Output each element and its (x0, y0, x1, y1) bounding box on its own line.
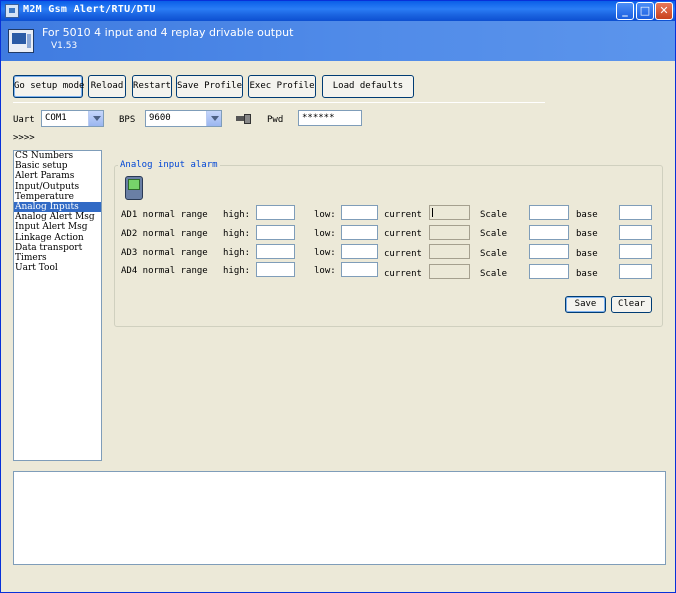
password-input[interactable]: ****** (298, 110, 362, 126)
reload-button[interactable]: Reload (88, 75, 126, 98)
device-icon (8, 29, 34, 53)
ad1-range-label: AD1 normal range (121, 210, 208, 220)
title-bar[interactable]: M2M Gsm Alert/RTU/DTU _ □ ✕ (1, 1, 675, 21)
pda-icon (123, 176, 145, 202)
ad1-low-label: low: (314, 210, 336, 220)
exec-profile-button[interactable]: Exec Profile (248, 75, 316, 98)
ad1-high-input[interactable] (256, 205, 295, 220)
ad2-low-input[interactable] (341, 225, 378, 240)
ad3-base-input[interactable] (619, 244, 652, 259)
nav-item-data-transport[interactable]: Data transport (14, 243, 101, 253)
group-title: Analog input alarm (118, 160, 220, 170)
minimize-button[interactable]: _ (616, 2, 634, 20)
ad4-low-label: low: (314, 266, 336, 276)
nav-item-input-outputs[interactable]: Input/Outputs (14, 182, 101, 192)
expand-toggle[interactable]: >>>> (13, 133, 35, 143)
ad2-base-input[interactable] (619, 225, 652, 240)
ad2-current-value (429, 225, 470, 240)
ad3-scale-label: Scale (480, 249, 508, 259)
header-banner: For 5010 4 input and 4 replay drivable o… (1, 21, 675, 61)
ad4-base-label: base (576, 269, 598, 279)
ad2-scale-input[interactable] (529, 225, 569, 240)
app-icon (5, 4, 19, 18)
ad3-high-input[interactable] (256, 244, 295, 259)
uart-label: Uart (13, 115, 35, 125)
ad3-current-label: current (384, 249, 422, 259)
version-label: V1.53 (51, 41, 78, 51)
ad1-low-input[interactable] (341, 205, 378, 220)
nav-item-analog-inputs[interactable]: Analog Inputs (14, 201, 101, 213)
log-output-area[interactable] (13, 471, 666, 565)
ad4-scale-label: Scale (480, 269, 508, 279)
ad3-range-label: AD3 normal range (121, 248, 208, 258)
save-profile-button[interactable]: Save Profile (176, 75, 243, 98)
ad3-high-label: high: (223, 248, 251, 258)
chevron-down-icon[interactable] (88, 111, 103, 126)
save-button[interactable]: Save (565, 296, 606, 313)
ad3-base-label: base (576, 249, 598, 259)
go-setup-mode-button[interactable]: Go setup mode (13, 75, 84, 98)
nav-item-analog-alert-msg[interactable]: Analog Alert Msg (14, 212, 101, 222)
ad3-scale-input[interactable] (529, 244, 569, 259)
nav-item-input-alert-msg[interactable]: Input Alert Msg (14, 222, 101, 232)
ad1-high-label: high: (223, 210, 251, 220)
bps-select-value: 9600 (149, 113, 171, 123)
bps-label: BPS (119, 115, 136, 125)
ad2-base-label: base (576, 229, 598, 239)
ad1-base-input[interactable] (619, 205, 652, 220)
ad1-current-label: current (384, 210, 422, 220)
settings-nav-list[interactable]: CS Numbers Basic setup Alert Params Inpu… (13, 150, 102, 461)
ad3-low-input[interactable] (341, 244, 378, 259)
ad2-high-input[interactable] (256, 225, 295, 240)
nav-item-uart-tool[interactable]: Uart Tool (14, 263, 101, 273)
ad4-high-label: high: (223, 266, 251, 276)
ad1-scale-label: Scale (480, 210, 508, 220)
ad4-scale-input[interactable] (529, 264, 569, 279)
ad4-current-label: current (384, 269, 422, 279)
ad2-high-label: high: (223, 229, 251, 239)
maximize-icon: □ (639, 4, 651, 17)
toolbar-divider (13, 102, 545, 103)
minimize-icon: _ (622, 4, 628, 17)
clear-button[interactable]: Clear (611, 296, 652, 313)
chevron-down-icon[interactable] (206, 111, 221, 126)
load-defaults-button[interactable]: Load defaults (322, 75, 414, 98)
nav-item-temperature[interactable]: Temperature (14, 192, 101, 202)
restart-button[interactable]: Restart (132, 75, 172, 98)
close-icon: ✕ (659, 4, 669, 17)
ad4-base-input[interactable] (619, 264, 652, 279)
ad3-current-value (429, 244, 470, 259)
ad1-scale-input[interactable] (529, 205, 569, 220)
serial-port-icon (236, 112, 251, 124)
bps-select[interactable]: 9600 (145, 110, 222, 127)
ad2-scale-label: Scale (480, 229, 508, 239)
ad1-base-label: base (576, 210, 598, 220)
maximize-button[interactable]: □ (636, 2, 654, 20)
ad2-range-label: AD2 normal range (121, 229, 208, 239)
app-window: M2M Gsm Alert/RTU/DTU _ □ ✕ For 5010 4 i… (0, 0, 676, 593)
nav-item-cs-numbers[interactable]: CS Numbers (14, 151, 101, 161)
ad4-low-input[interactable] (341, 262, 378, 277)
close-button[interactable]: ✕ (655, 2, 673, 20)
pwd-label: Pwd (267, 115, 284, 125)
nav-item-linkage-action[interactable]: Linkage Action (14, 233, 101, 243)
nav-item-timers[interactable]: Timers (14, 253, 101, 263)
window-title: M2M Gsm Alert/RTU/DTU (23, 4, 156, 15)
ad2-current-label: current (384, 229, 422, 239)
ad4-high-input[interactable] (256, 262, 295, 277)
product-description: For 5010 4 input and 4 replay drivable o… (42, 26, 294, 39)
uart-select-value: COM1 (45, 113, 67, 123)
ad3-low-label: low: (314, 248, 336, 258)
nav-item-basic-setup[interactable]: Basic setup (14, 161, 101, 171)
ad4-range-label: AD4 normal range (121, 266, 208, 276)
ad2-low-label: low: (314, 229, 336, 239)
ad1-current-value (429, 205, 470, 220)
uart-select[interactable]: COM1 (41, 110, 104, 127)
nav-item-alert-params[interactable]: Alert Params (14, 171, 101, 181)
ad4-current-value (429, 264, 470, 279)
